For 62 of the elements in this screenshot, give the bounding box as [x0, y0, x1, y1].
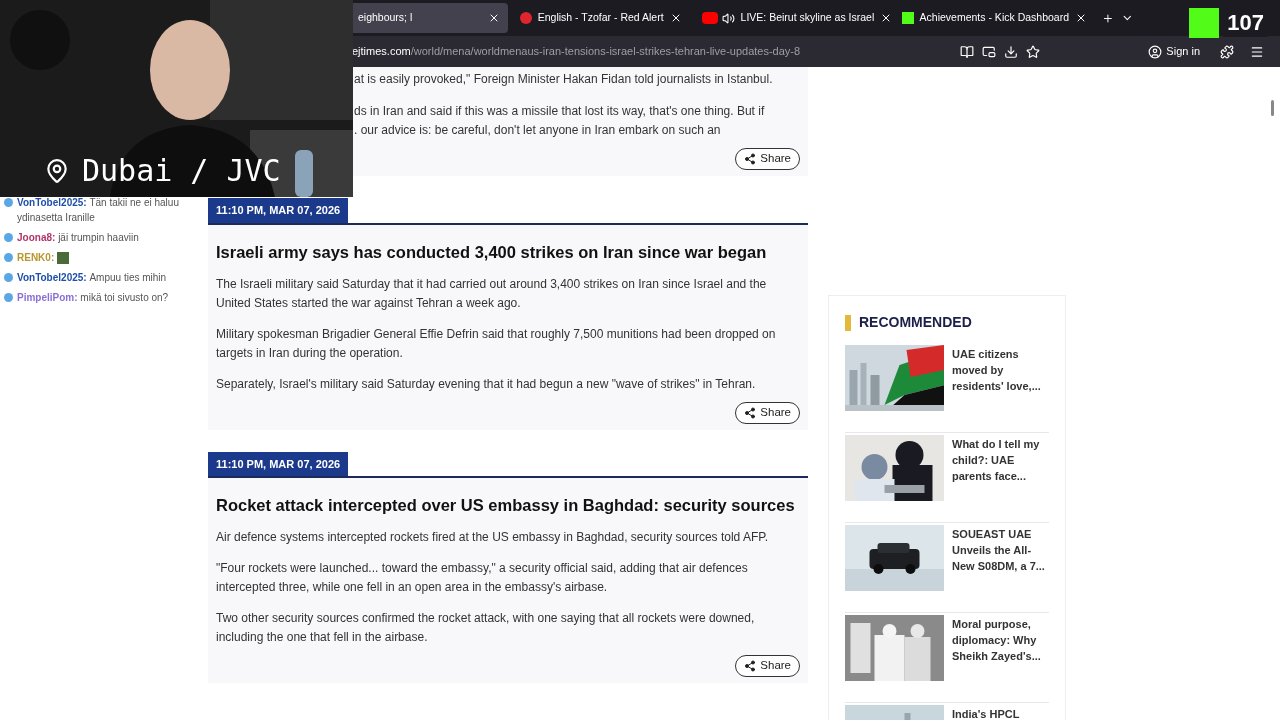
- tab-title: LIVE: Beirut skyline as Israel: [740, 10, 875, 26]
- extensions-icon[interactable]: [1220, 44, 1234, 59]
- article-paragraph: Separately, Israel's military said Saturday evening that it had begun a new "wave of strikes" in Tehran.: [216, 375, 757, 393]
- browser-tab[interactable]: LIVE: Beirut skyline as Israel: [693, 3, 890, 33]
- share-button[interactable]: Share: [735, 401, 800, 424]
- article-paragraph: at is easily provoked," Foreign Minister Hakan Fidan told journalists in Istanbul.: [354, 71, 774, 88]
- recommended-title: Moral purpose, diplomacy: Why Sheikh Zayed's...: [952, 617, 1042, 664]
- badge-icon: [4, 233, 13, 242]
- recommended-item[interactable]: Moral purpose, diplomacy: Why Sheikh Zayed's...: [845, 615, 1049, 703]
- badge-icon: [4, 253, 13, 262]
- chat-message: PimpeliPom: mikä toi sivusto on?: [4, 290, 204, 305]
- article-paragraph: Military spokesman Brigadier General Effie Defrin said that roughly 7,500 munitions had been dropped on targets in Iran during the operation.: [216, 325, 777, 362]
- location-icon: [44, 157, 70, 184]
- speaker-icon: [721, 11, 735, 25]
- recommended-item[interactable]: India's HPCL: [845, 705, 1049, 720]
- tab-title: Achievements - Kick Dashboard: [919, 10, 1069, 26]
- location-label: Dubai / JVC: [82, 152, 281, 190]
- recommended-title: SOUEAST UAE Unveils the All-New S08DM, a 7...: [952, 527, 1046, 574]
- share-button[interactable]: Share: [735, 655, 800, 677]
- share-button[interactable]: Share: [735, 148, 800, 170]
- timestamp-label: 11:10 PM, MAR 07, 2026: [208, 451, 349, 476]
- article-paragraph: The Israeli military said Saturday that it had carried out around 3,400 strikes on Iran since Israel and the United States started the war against Tehran a week ago.: [216, 275, 768, 312]
- article-headline: Israeli army says has conducted 3,400 strikes on Iran since war began: [216, 241, 768, 263]
- article-paragraph: "Four rockets were launched... toward the embassy," a security official said, adding that air defences intercepted three, while one fell in an open area in the embassy's airbase.: [216, 560, 749, 596]
- chat-message: RENK0:: [4, 250, 204, 265]
- browser-tab[interactable]: English - Tzofar - Red Alert: [511, 3, 690, 33]
- account-icon: [1148, 44, 1163, 59]
- browser-tab[interactable]: eighbours; l: [350, 3, 508, 33]
- badge-icon: [4, 198, 13, 207]
- badge-icon: [4, 293, 13, 302]
- recommended-title: What do I tell my child?: UAE parents face...: [952, 437, 1041, 484]
- recommended-item[interactable]: What do I tell my child?: UAE parents face...: [845, 435, 1049, 523]
- download-icon[interactable]: [1004, 44, 1019, 59]
- reader-icon[interactable]: [960, 44, 975, 59]
- address-field[interactable]: ejtimes.com/world/mena/worldmenaus-iran-tensions-israel-strikes-tehran-live-updates-day-8: [352, 43, 801, 60]
- share-icon: [744, 153, 757, 165]
- sign-in-button[interactable]: Sign in: [1144, 43, 1204, 60]
- article-paragraph: Air defence systems intercepted rockets fired at the US embassy in Baghdad, security sources told AFP.: [216, 529, 770, 546]
- timestamp-label: 11:10 PM, MAR 07, 2026: [208, 198, 349, 223]
- chat-message: VonTobel2025: Ampuu ties mihin: [4, 270, 204, 285]
- article-paragraph: Two other security sources confirmed the rocket attack, with one saying that all rockets were downed, including the one that fell in the airbase.: [216, 610, 756, 646]
- share-icon: [744, 660, 757, 672]
- badge-icon: [4, 273, 13, 282]
- recommended-title: India's HPCL: [952, 707, 1021, 720]
- browser-tab[interactable]: Achievements - Kick Dashboard: [893, 3, 1090, 33]
- chat-message: VonTobel2025: Tän takii ne ei haluu ydinasetta Iranille: [4, 195, 204, 225]
- chat-message: Joona8: jäi trumpin haaviin: [4, 230, 204, 245]
- article-headline: Rocket attack intercepted over US embassy in Baghdad: security sources: [216, 495, 796, 516]
- menu-icon[interactable]: [1250, 44, 1264, 59]
- recommended-item[interactable]: UAE citizens moved by residents' love,...: [845, 345, 1049, 433]
- tab-title: eighbours; l: [358, 10, 414, 26]
- tab-title: English - Tzofar - Red Alert: [537, 10, 664, 26]
- article-paragraph: ds in Iran and said if this was a missile that lost its way, that's one thing. But if . our advice is: be careful, don't let anyone in Iran embark on such an: [354, 103, 766, 139]
- close-icon[interactable]: [1075, 12, 1087, 24]
- recommended-item[interactable]: SOUEAST UAE Unveils the All-New S08DM, a 7...: [845, 525, 1049, 613]
- heading-accent: [845, 314, 851, 331]
- recommended-title: UAE citizens moved by residents' love,...: [952, 347, 1042, 394]
- screen-icon[interactable]: [982, 44, 997, 59]
- section-heading: RECOMMENDED: [859, 313, 972, 332]
- scrollbar: [1271, 100, 1274, 116]
- bookmark-icon[interactable]: [1026, 44, 1041, 59]
- share-icon: [744, 406, 757, 419]
